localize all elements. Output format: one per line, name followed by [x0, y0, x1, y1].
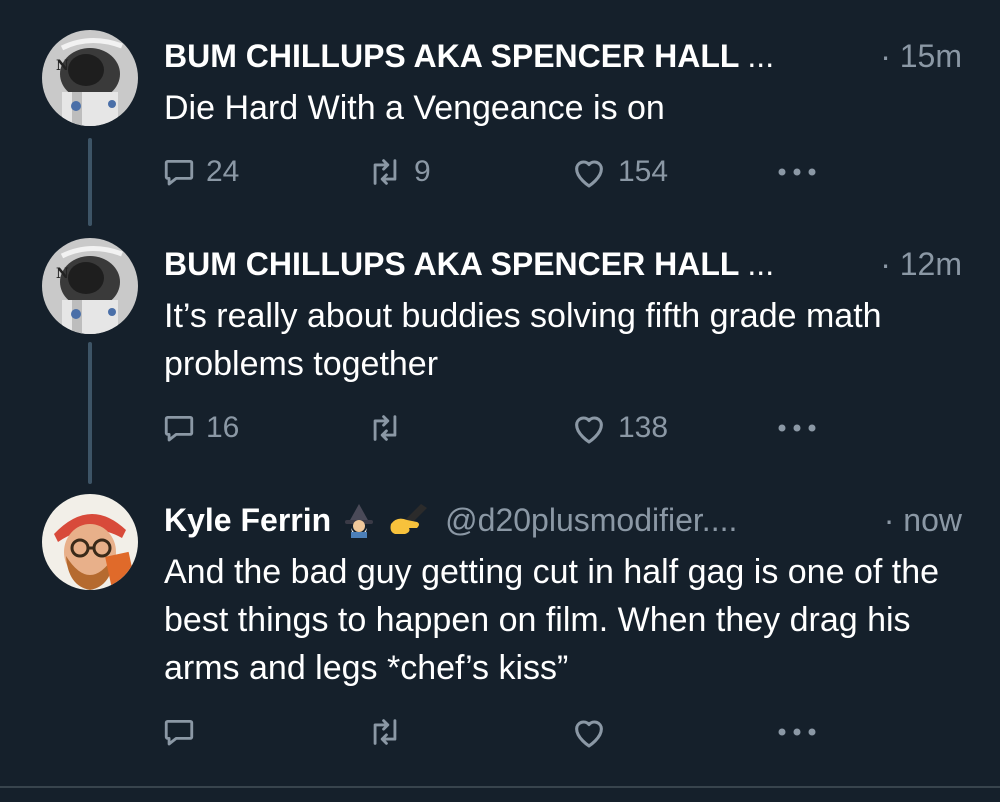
- tweet-actions: 16 138: [0, 408, 1000, 448]
- more-options-button[interactable]: [776, 408, 818, 448]
- like-icon: [575, 160, 603, 188]
- timestamp[interactable]: · 12m: [880, 246, 962, 283]
- tweet-actions: 24 9 154: [0, 152, 1000, 192]
- tweet-text: And the bad guy getting cut in half gag …: [164, 553, 940, 687]
- like-button[interactable]: [570, 712, 618, 752]
- reply-count: 16: [206, 411, 240, 444]
- retweet-icon: [373, 159, 397, 185]
- retweet-count: 9: [414, 155, 431, 188]
- tweet-text: It’s really about buddies solving fifth …: [164, 297, 882, 383]
- more-icon: [778, 728, 816, 736]
- reply-icon: [164, 159, 194, 186]
- author-name-truncation: ...: [747, 37, 775, 74]
- retweet-button[interactable]: 9: [366, 152, 431, 192]
- author-name-truncation: ...: [747, 245, 775, 282]
- timestamp[interactable]: · 15m: [880, 38, 962, 75]
- avatar[interactable]: [42, 494, 138, 590]
- tweet-text: Die Hard With a Vengeance is on: [164, 89, 665, 127]
- reply-button[interactable]: [162, 712, 206, 752]
- retweet-button[interactable]: [366, 408, 414, 448]
- like-count: 138: [618, 411, 669, 444]
- like-icon: [575, 416, 603, 444]
- author-name[interactable]: Kyle Ferrin: [164, 502, 331, 539]
- like-button[interactable]: 138: [570, 408, 668, 448]
- like-count: 154: [618, 155, 669, 188]
- divider: [0, 786, 1000, 788]
- more-icon: [778, 424, 816, 432]
- retweet-icon: [373, 719, 397, 745]
- more-icon: [778, 168, 816, 176]
- like-button[interactable]: 154: [570, 152, 668, 192]
- svg-text:N: N: [56, 266, 69, 282]
- writing-hand-emoji-icon: [387, 502, 431, 538]
- author-name[interactable]: BUM CHILLUPS AKA SPENCER HALL: [164, 38, 739, 75]
- tweet-header: BUM CHILLUPS AKA SPENCER HALL ... · 12m: [164, 242, 962, 286]
- svg-text:N: N: [56, 58, 69, 74]
- more-options-button[interactable]: [776, 712, 818, 752]
- retweet-button[interactable]: [366, 712, 414, 752]
- reply-icon: [164, 719, 194, 746]
- tweet-header: BUM CHILLUPS AKA SPENCER HALL ... · 15m: [164, 34, 962, 78]
- avatar[interactable]: N: [42, 30, 138, 126]
- more-options-button[interactable]: [776, 152, 818, 192]
- avatar[interactable]: N: [42, 238, 138, 334]
- author-handle[interactable]: @d20plusmodifier....: [445, 502, 737, 539]
- reply-count: 24: [206, 155, 240, 188]
- author-name[interactable]: BUM CHILLUPS AKA SPENCER HALL: [164, 246, 739, 283]
- wizard-emoji-icon: [341, 502, 377, 538]
- like-icon: [575, 720, 603, 748]
- reply-icon: [164, 415, 194, 442]
- timestamp[interactable]: · now: [884, 502, 962, 539]
- reply-button[interactable]: 24: [162, 152, 239, 192]
- tweet-header: Kyle Ferrin @d20plusmodifier.... · now: [164, 498, 962, 542]
- reply-button[interactable]: 16: [162, 408, 239, 448]
- tweet-actions: [0, 712, 1000, 752]
- retweet-icon: [373, 415, 397, 441]
